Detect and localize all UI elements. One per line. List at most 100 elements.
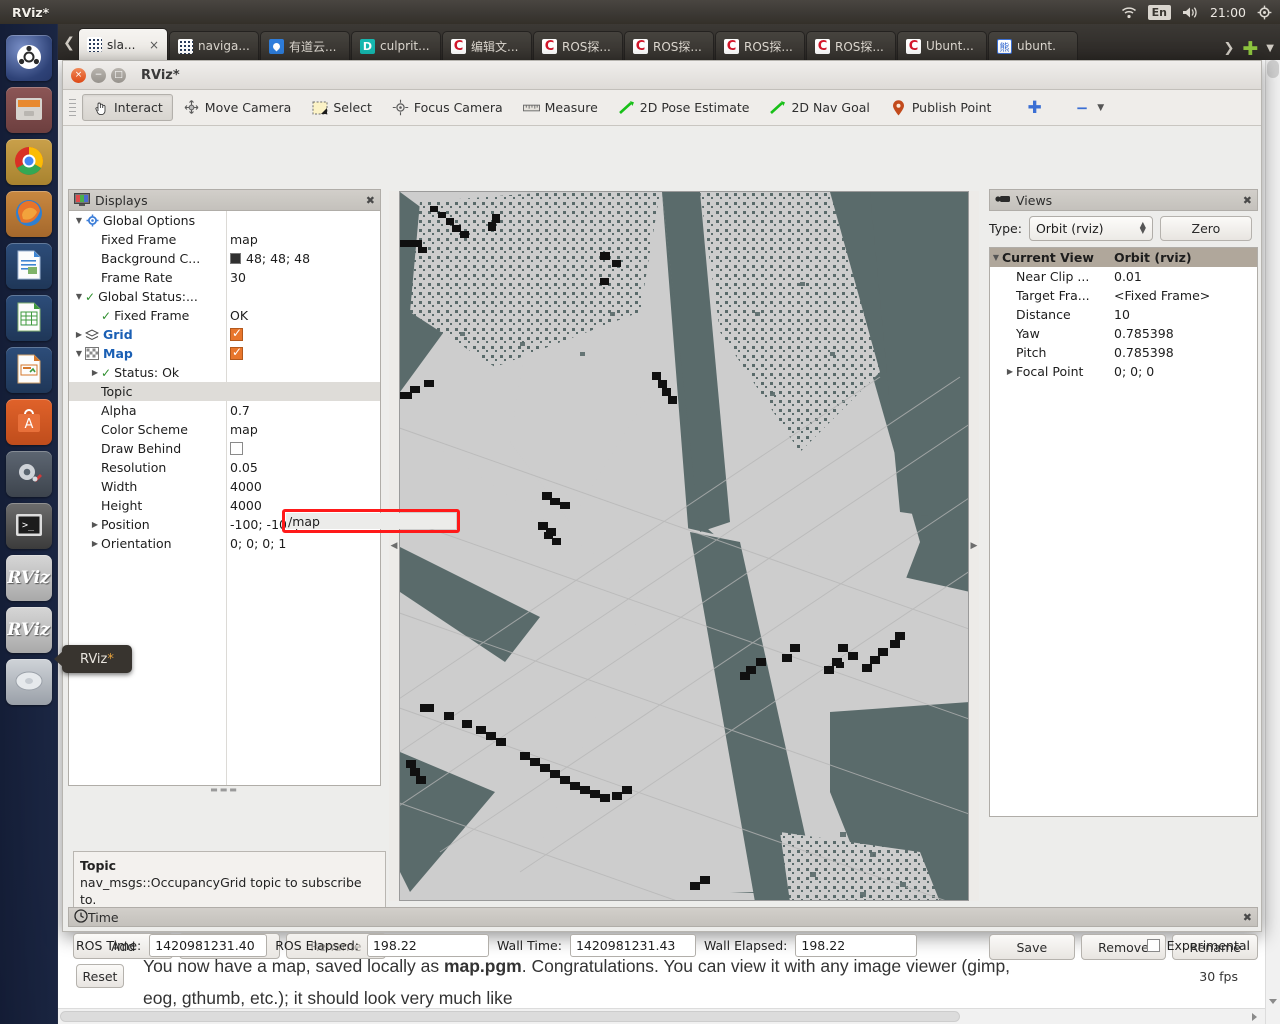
expander-icon[interactable]: ▶ [89,368,101,377]
close-icon[interactable]: × [149,38,159,52]
browser-tab[interactable]: C ROS探... [806,31,896,60]
tool-select[interactable]: Select [301,94,382,121]
display-row-value[interactable]: map [230,420,380,439]
wall-elapsed-input[interactable]: 198.22 [795,933,918,957]
enabled-checkbox[interactable] [230,345,243,360]
wifi-icon[interactable] [1121,6,1137,19]
color-swatch[interactable] [230,253,241,264]
display-row-value[interactable]: map [230,230,380,249]
display-row-value[interactable] [230,211,380,230]
launcher-item-chrome[interactable] [5,139,52,185]
left-view-splitter[interactable]: ◀ [389,191,399,901]
view-property-value[interactable]: 0; 0; 0 [1114,364,1257,379]
launcher-item-impress[interactable] [5,347,52,393]
toolbar-grip-handle[interactable] [69,98,76,117]
display-row[interactable]: Width 4000 [69,477,380,496]
tool-interact[interactable]: Interact [82,94,173,121]
expander-icon[interactable]: ▶ [89,520,101,529]
browser-tab[interactable]: C ROS探... [533,31,623,60]
display-row[interactable]: ▼ Map [69,344,380,363]
expander-icon[interactable]: ▶ [1004,367,1016,376]
launcher-item-ubuntu-dash[interactable] [5,35,52,81]
experimental-toggle[interactable]: Experimental [1146,938,1250,953]
display-row[interactable]: ▶ Orientation 0; 0; 0; 1 [69,534,380,553]
tool-focus-camera[interactable]: Focus Camera [382,94,513,121]
browser-tab[interactable]: C Ubunt... [897,31,987,60]
remove-tool-button[interactable]: − ▼ [1066,94,1115,121]
display-row[interactable]: Topic [69,382,380,401]
display-row-value[interactable]: 0; 0; 0; 1 [230,534,380,553]
browser-tab[interactable]: 有道云... [260,31,350,60]
display-row-value[interactable]: OK [230,306,380,325]
view-property-row[interactable]: ▶ Focal Point 0; 0; 0 [990,362,1257,381]
display-row-value[interactable] [230,344,380,363]
tool-2d-nav-goal[interactable]: 2D Nav Goal [759,94,879,121]
view-type-select[interactable]: Orbit (rviz) ▲ ▼ [1028,215,1153,241]
view-property-row[interactable]: Distance 10 [990,305,1257,324]
display-row[interactable]: Resolution 0.05 [69,458,380,477]
system-clock[interactable]: 21:00 [1210,5,1246,20]
chevron-right-icon[interactable]: ▶ [971,541,978,551]
launcher-item-software-center[interactable]: A [5,399,52,445]
tool-publish-point[interactable]: Publish Point [880,94,1002,121]
window-close-button[interactable]: × [71,67,86,83]
browser-tab[interactable]: sla... × [78,28,168,60]
launcher-item-rviz-2[interactable]: RViz [5,607,52,653]
new-tab-icon[interactable]: ✚ [1242,39,1258,58]
enabled-checkbox[interactable] [230,326,243,341]
displays-tree[interactable]: ▼ Global Options Fixed Frame map Background … [68,211,381,786]
gear-icon[interactable] [1257,5,1272,20]
close-icon[interactable]: ✖ [1243,911,1252,924]
view-property-value[interactable]: 0.785398 [1114,326,1257,341]
browser-tab[interactable]: C ROS探... [715,31,805,60]
view-property-value[interactable]: <Fixed Frame> [1114,288,1257,303]
launcher-item-calc[interactable] [5,295,52,341]
scrollbar-thumb-horizontal[interactable] [60,1011,960,1022]
display-row[interactable]: Background C... 48; 48; 48 [69,249,380,268]
launcher-item-terminal[interactable]: >_ [5,503,52,549]
display-row-value[interactable] [230,363,380,382]
browser-tab[interactable]: naviga... [169,31,259,60]
display-row-value[interactable]: 0.7 [230,401,380,420]
display-row-value[interactable]: 4000 [230,477,380,496]
view-property-row[interactable]: Near Clip ... 0.01 [990,267,1257,286]
display-row-value[interactable]: 0.05 [230,458,380,477]
launcher-item-disk[interactable] [5,659,52,705]
keyboard-layout-indicator[interactable]: En [1147,4,1171,20]
tool-2d-pose-estimate[interactable]: 2D Pose Estimate [608,94,760,121]
expander-icon[interactable]: ▼ [73,216,85,225]
page-horizontal-scrollbar[interactable] [58,1008,1265,1024]
browser-tab[interactable]: C ROS探... [624,31,714,60]
expander-icon[interactable]: ▼ [990,253,1002,262]
display-row[interactable]: Frame Rate 30 [69,268,380,287]
scroll-right-arrow-icon[interactable] [1252,1013,1257,1021]
zero-button[interactable]: Zero [1159,215,1252,241]
launcher-item-writer[interactable] [5,243,52,289]
right-view-splitter[interactable]: ▶ [969,191,979,901]
disabled-checkbox[interactable] [230,442,243,455]
chevron-down-icon[interactable]: ▼ [1266,43,1274,54]
window-minimize-button[interactable]: − [91,67,106,83]
tool-measure[interactable]: Measure [513,94,608,121]
close-icon[interactable]: ✖ [366,194,375,207]
close-icon[interactable]: ✖ [1243,194,1252,207]
window-maximize-button[interactable]: □ [111,67,126,83]
display-row-value[interactable]: 30 [230,268,380,287]
browser-tab[interactable]: Dculprit... [351,31,441,60]
display-row[interactable]: ▶ Grid [69,325,380,344]
experimental-checkbox[interactable] [1146,938,1160,952]
ros-elapsed-input[interactable]: 198.22 [366,933,489,957]
ros-time-input[interactable]: 1420981231.40 [149,933,268,957]
tab-scroll-left-icon[interactable]: ❮ [60,26,78,60]
tool-move-camera[interactable]: Move Camera [173,94,302,121]
page-vertical-scrollbar[interactable] [1265,60,1280,1024]
tab-scroll-right-icon[interactable]: ❯ [1223,41,1234,56]
expander-icon[interactable]: ▶ [89,539,101,548]
display-row[interactable]: ✓ Fixed Frame OK [69,306,380,325]
volume-icon[interactable] [1182,6,1199,19]
display-row-value[interactable] [230,325,380,344]
display-row[interactable]: Fixed Frame map [69,230,380,249]
display-row[interactable]: ▼ Global Options [69,211,380,230]
render-view-3d[interactable] [399,191,969,901]
displays-splitter-handle[interactable]: ▬▬▬ [68,785,381,794]
